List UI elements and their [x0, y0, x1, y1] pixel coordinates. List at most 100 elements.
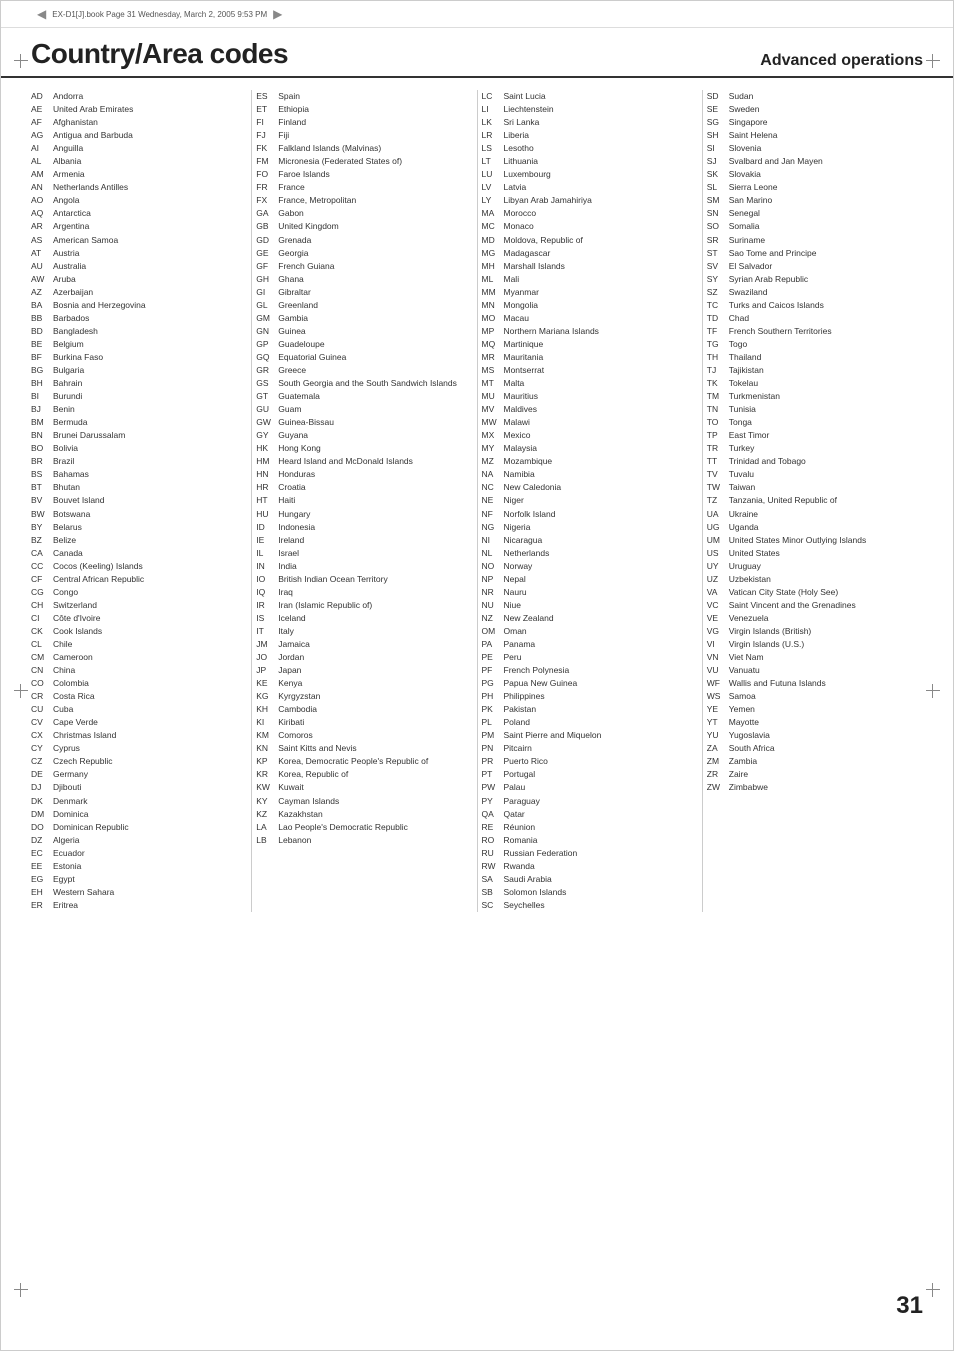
nav-right-arrow[interactable]: ▶ [273, 7, 282, 21]
country-name: Kiribati [278, 717, 304, 728]
country-code: LK [482, 117, 504, 127]
list-item: GNGuinea [256, 325, 472, 338]
country-name: Viet Nam [729, 652, 764, 663]
country-code: AU [31, 261, 53, 271]
country-name: Singapore [729, 117, 768, 128]
country-name: Niger [504, 495, 524, 506]
country-name: Seychelles [504, 900, 545, 911]
country-name: Azerbaijan [53, 287, 93, 298]
list-item: TZTanzania, United Republic of [707, 494, 923, 507]
country-code: MH [482, 261, 504, 271]
country-code: TN [707, 404, 729, 414]
country-name: Lao People's Democratic Republic [278, 822, 408, 833]
country-name: Gabon [278, 208, 304, 219]
country-code: LY [482, 195, 504, 205]
list-item: CNChina [31, 664, 247, 677]
country-code: VI [707, 639, 729, 649]
list-item: MNMongolia [482, 299, 698, 312]
list-item: BBBarbados [31, 312, 247, 325]
list-item: ECEcuador [31, 847, 247, 860]
country-code: KW [256, 782, 278, 792]
country-name: Luxembourg [504, 169, 551, 180]
country-code: KP [256, 756, 278, 766]
list-item: ASAmerican Samoa [31, 234, 247, 247]
country-name: Kenya [278, 678, 302, 689]
list-item: GMGambia [256, 312, 472, 325]
country-code: RU [482, 848, 504, 858]
list-item: YTMayotte [707, 716, 923, 729]
country-name: Guinea [278, 326, 305, 337]
list-item: MSMontserrat [482, 364, 698, 377]
country-name: Bangladesh [53, 326, 98, 337]
country-code: GN [256, 326, 278, 336]
country-code: AF [31, 117, 53, 127]
country-code: PE [482, 652, 504, 662]
country-code: TR [707, 443, 729, 453]
country-name: Fiji [278, 130, 289, 141]
country-code: JM [256, 639, 278, 649]
country-name: Nauru [504, 587, 527, 598]
country-code: BF [31, 352, 53, 362]
list-item: PKPakistan [482, 703, 698, 716]
list-item: BSBahamas [31, 468, 247, 481]
country-name: Macau [504, 313, 530, 324]
country-name: Benin [53, 404, 75, 415]
country-code: GF [256, 261, 278, 271]
country-code: HT [256, 495, 278, 505]
list-item: TGTogo [707, 338, 923, 351]
nav-left-arrow[interactable]: ◀ [37, 7, 46, 21]
list-item: THThailand [707, 351, 923, 364]
list-item: HUHungary [256, 508, 472, 521]
content-area: ADAndorraAEUnited Arab EmiratesAFAfghani… [1, 86, 953, 932]
list-item: BDBangladesh [31, 325, 247, 338]
col2: ESSpainETEthiopiaFIFinlandFJFijiFKFalkla… [252, 90, 477, 912]
list-item: KPKorea, Democratic People's Republic of [256, 755, 472, 768]
country-code: MM [482, 287, 504, 297]
country-name: Yemen [729, 704, 755, 715]
list-item: DMDominica [31, 808, 247, 821]
country-code: YT [707, 717, 729, 727]
country-code: BG [31, 365, 53, 375]
country-code: PT [482, 769, 504, 779]
list-item: NGNigeria [482, 521, 698, 534]
country-name: Norway [504, 561, 533, 572]
list-item: GLGreenland [256, 299, 472, 312]
country-code: GW [256, 417, 278, 427]
country-code: NC [482, 482, 504, 492]
country-code: AW [31, 274, 53, 284]
country-code: ML [482, 274, 504, 284]
country-name: Costa Rica [53, 691, 95, 702]
country-code: TP [707, 430, 729, 440]
country-name: Mali [504, 274, 520, 285]
country-code: FX [256, 195, 278, 205]
country-code: BH [31, 378, 53, 388]
country-name: Gibraltar [278, 287, 311, 298]
country-name: El Salvador [729, 261, 772, 272]
country-name: Dominica [53, 809, 88, 820]
list-item: SLSierra Leone [707, 181, 923, 194]
country-code: IQ [256, 587, 278, 597]
country-code: SI [707, 143, 729, 153]
list-item: ILIsrael [256, 547, 472, 560]
country-code: RW [482, 861, 504, 871]
country-name: Bolivia [53, 443, 78, 454]
list-item: NINicaragua [482, 534, 698, 547]
country-name: Lebanon [278, 835, 311, 846]
country-name: Angola [53, 195, 79, 206]
list-item: ESSpain [256, 90, 472, 103]
list-item: GDGrenada [256, 234, 472, 247]
country-name: Mongolia [504, 300, 539, 311]
country-name: Pakistan [504, 704, 537, 715]
country-name: Uzbekistan [729, 574, 771, 585]
list-item: DODominican Republic [31, 821, 247, 834]
list-item: SCSeychelles [482, 899, 698, 912]
country-name: Canada [53, 548, 83, 559]
country-name: Kuwait [278, 782, 304, 793]
list-item: PAPanama [482, 638, 698, 651]
list-item: JOJordan [256, 651, 472, 664]
section-title: Advanced operations [760, 52, 923, 70]
list-item: SESweden [707, 103, 923, 116]
country-code: LT [482, 156, 504, 166]
country-name: Swaziland [729, 287, 768, 298]
country-name: Cape Verde [53, 717, 98, 728]
